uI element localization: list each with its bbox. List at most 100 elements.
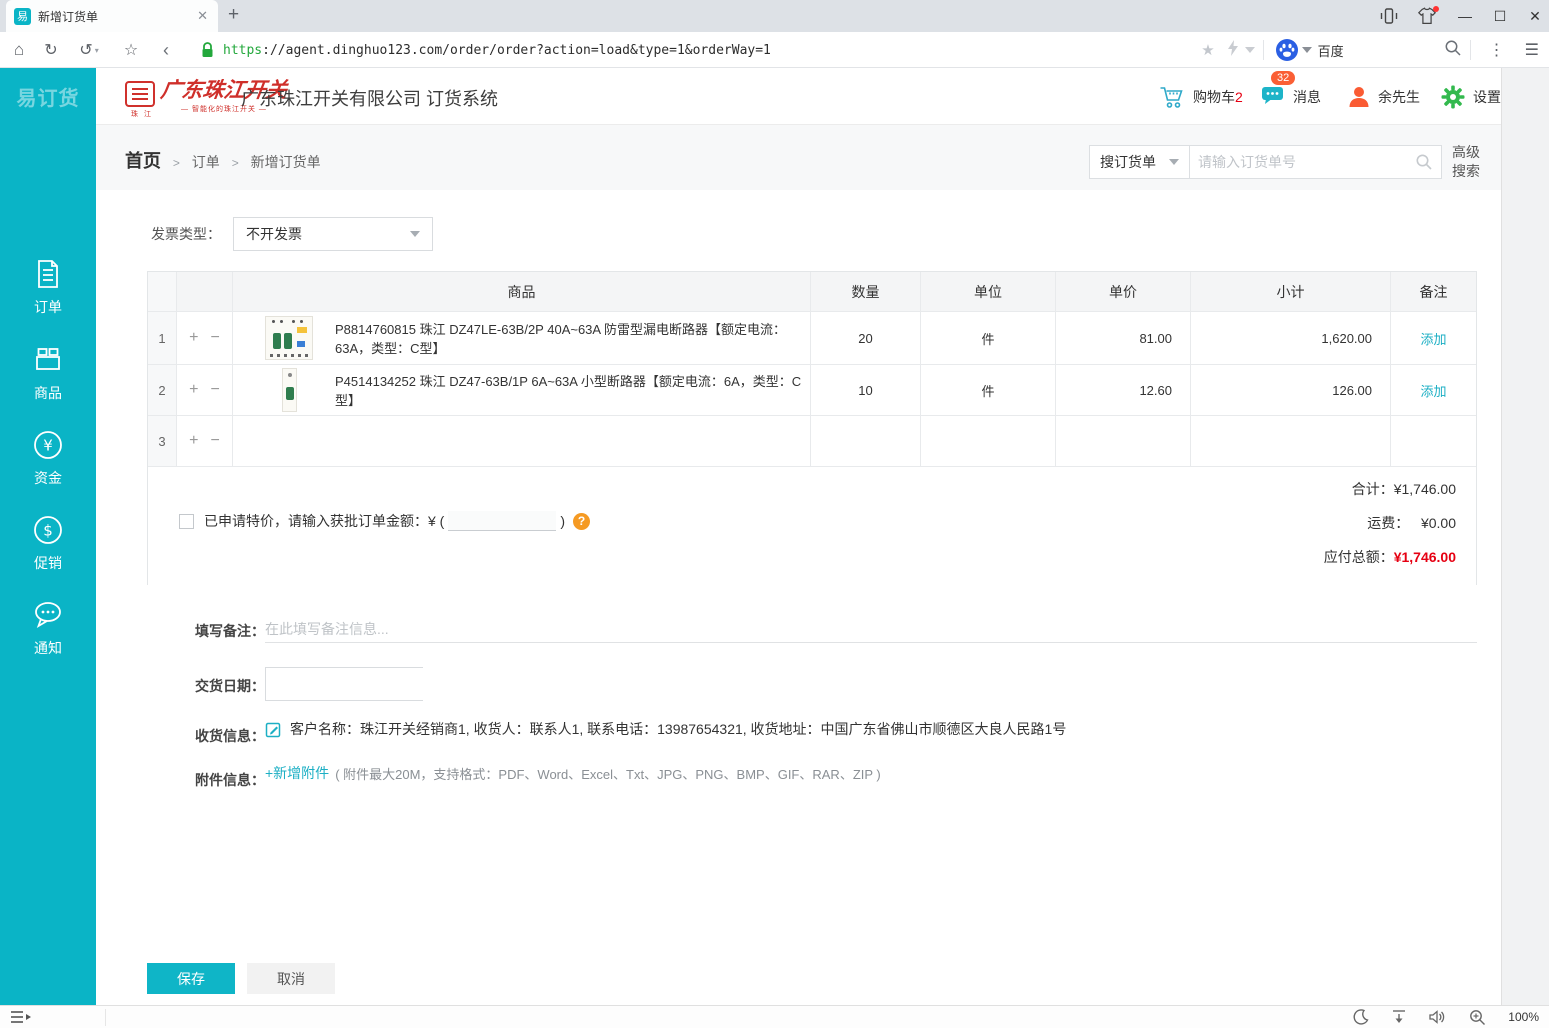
- sidebar-item-orders[interactable]: 订单: [0, 258, 96, 317]
- maximize-button[interactable]: ☐: [1483, 0, 1517, 32]
- shipping-fee-label: 运费：: [1367, 515, 1410, 531]
- shipping-fee-value: ¥0.00: [1420, 515, 1456, 531]
- sidebar-item-notifications[interactable]: 通知: [0, 599, 96, 658]
- baidu-search-icon[interactable]: [1275, 39, 1298, 61]
- col-unit: 单位: [921, 272, 1056, 311]
- gear-icon: [1441, 85, 1465, 108]
- order-summary-area: 已申请特价，请输入获批订单金额：¥ ( ) ? 合计：¥1,746.00 运费：…: [148, 467, 1476, 585]
- invoice-type-select[interactable]: 不开发票: [233, 217, 433, 251]
- payable-label: 应付总额：: [1323, 549, 1394, 565]
- add-row-button[interactable]: +: [189, 432, 198, 450]
- search-type-dropdown[interactable]: 搜订货单: [1089, 145, 1190, 179]
- notifications-bubble-icon: [35, 602, 61, 629]
- tab-title: 新增订货单: [38, 9, 99, 24]
- save-button[interactable]: 保存: [147, 963, 235, 994]
- edit-icon[interactable]: [265, 721, 282, 738]
- col-remark: 备注: [1419, 283, 1448, 300]
- close-window-button[interactable]: ✕: [1518, 0, 1549, 32]
- subtotal-cell: 126.00: [1191, 365, 1391, 415]
- product-name[interactable]: P8814760815 珠江 DZ47LE-63B/2P 40A~63A 防雷型…: [335, 319, 810, 357]
- site-favicon: 易: [14, 7, 31, 25]
- col-price: 单价: [1056, 272, 1191, 311]
- sidebar-item-promotions[interactable]: $ 促销: [0, 514, 96, 573]
- more-options-icon[interactable]: ⋮: [1489, 40, 1505, 60]
- secure-lock-icon: [202, 42, 213, 57]
- order-search-box: 搜订货单: [1089, 145, 1442, 179]
- main-content: 首页 > 订单 > 新增订货单 搜订货单 高级 搜索 发票类型： 不开发票: [96, 125, 1501, 1005]
- engine-caret-icon[interactable]: [1301, 47, 1312, 53]
- table-row-empty: 3 + −: [148, 416, 1476, 467]
- tab-close-icon[interactable]: ✕: [195, 8, 210, 24]
- delivery-date-input[interactable]: [266, 668, 463, 700]
- add-row-button[interactable]: +: [189, 329, 198, 347]
- approved-amount-input[interactable]: [448, 511, 557, 531]
- favorite-star-icon[interactable]: ★: [1201, 41, 1214, 59]
- cancel-button[interactable]: 取消: [247, 963, 335, 994]
- breadcrumb-current: 新增订货单: [250, 154, 321, 170]
- breadcrumb-home[interactable]: 首页: [125, 151, 161, 171]
- history-back-icon[interactable]: ↺ ▾: [74, 32, 104, 68]
- extensions-lightning-icon[interactable]: [1227, 40, 1239, 60]
- refresh-icon[interactable]: ↻: [40, 32, 62, 68]
- page-scrollbar-track[interactable]: [1501, 68, 1549, 1005]
- invoice-type-label: 发票类型：: [151, 226, 221, 242]
- shipping-info-text: 客户名称：珠江开关经销商1, 收货人：联系人1, 联系电话：1398765432…: [290, 721, 1067, 737]
- browser-toolbar: ⌂ ↻ ↺ ▾ ☆ ‹ https://agent.dinghuo123.com/…: [0, 32, 1549, 68]
- url-text: https://agent.dinghuo123.com/order/order…: [223, 42, 771, 58]
- app-sidebar: 易订货 订单 商品 ¥ 资金 $ 促销 通知: [0, 68, 96, 1005]
- user-account-button[interactable]: 余先生: [1348, 68, 1420, 125]
- product-name[interactable]: P4514134252 珠江 DZ47-63B/1P 6A~63A 小型断路器【…: [335, 371, 810, 409]
- address-bar[interactable]: https://agent.dinghuo123.com/order/order…: [200, 32, 771, 68]
- home-icon[interactable]: ⌂: [8, 32, 30, 68]
- order-items-box: 商品 数量 单位 单价 小计 备注 1 + − P8814760815 珠江 DZ…: [147, 271, 1477, 585]
- night-mode-icon[interactable]: [1353, 1009, 1369, 1025]
- add-remark-link[interactable]: 添加: [1420, 329, 1446, 348]
- browser-titlebar: 易 新增订货单 ✕ + — ☐ ✕: [0, 0, 1549, 32]
- product-cell-empty[interactable]: [233, 416, 811, 466]
- advanced-search-link[interactable]: 高级 搜索: [1452, 143, 1480, 181]
- settings-button[interactable]: 设置: [1441, 68, 1501, 125]
- remove-row-button[interactable]: −: [211, 381, 220, 399]
- cart-count-badge: 2: [1235, 88, 1243, 105]
- extensions-caret-icon[interactable]: [1244, 47, 1255, 53]
- browser-menu-icon[interactable]: ☰: [1525, 40, 1539, 60]
- sidebar-item-funds[interactable]: ¥ 资金: [0, 429, 96, 488]
- sidebar-item-products[interactable]: 商品: [0, 344, 96, 403]
- help-icon[interactable]: ?: [573, 512, 591, 530]
- order-search-input[interactable]: [1198, 154, 1415, 170]
- col-product: 商品: [233, 272, 811, 311]
- minimize-button[interactable]: —: [1448, 0, 1482, 32]
- remove-row-button[interactable]: −: [211, 432, 220, 450]
- order-remark-input[interactable]: [265, 615, 1477, 643]
- company-logo-badge: 珠 江: [125, 81, 155, 118]
- qty-cell[interactable]: 20: [811, 312, 921, 364]
- mobile-view-icon[interactable]: [1372, 0, 1406, 32]
- toolbar-divider: [1262, 40, 1264, 60]
- funds-yuan-icon: ¥: [34, 431, 62, 459]
- add-remark-link[interactable]: 添加: [1420, 381, 1446, 400]
- cart-button[interactable]: 购物车2: [1159, 68, 1243, 125]
- search-icon[interactable]: [1415, 153, 1433, 171]
- search-engine-label[interactable]: 百度: [1318, 41, 1438, 60]
- browser-statusbar: 100%: [0, 1005, 1549, 1028]
- messages-button[interactable]: 32 消息: [1261, 68, 1321, 125]
- toolbar-search-icon[interactable]: [1444, 39, 1462, 62]
- new-tab-button[interactable]: +: [228, 4, 239, 26]
- add-row-button[interactable]: +: [189, 381, 198, 399]
- browser-tab[interactable]: 易 新增订货单 ✕: [6, 0, 218, 32]
- zoom-level-label[interactable]: 100%: [1508, 1010, 1539, 1024]
- sidebar-toggle-icon[interactable]: [10, 1009, 32, 1030]
- add-attachment-link[interactable]: +新增附件: [265, 763, 329, 783]
- qty-cell[interactable]: 10: [811, 365, 921, 415]
- zoom-icon[interactable]: [1469, 1009, 1486, 1026]
- theme-skin-icon[interactable]: [1410, 0, 1444, 32]
- sound-icon[interactable]: [1429, 1009, 1447, 1025]
- back-chevron-icon[interactable]: ‹: [155, 32, 177, 68]
- remove-row-button[interactable]: −: [211, 329, 220, 347]
- cart-icon: [1160, 86, 1183, 108]
- downloads-icon[interactable]: [1391, 1009, 1407, 1025]
- breadcrumb-orders[interactable]: 订单: [192, 154, 220, 170]
- special-price-checkbox[interactable]: [179, 513, 194, 529]
- invoice-type-row: 发票类型： 不开发票: [125, 217, 433, 251]
- bookmark-star-icon[interactable]: ☆: [120, 32, 142, 68]
